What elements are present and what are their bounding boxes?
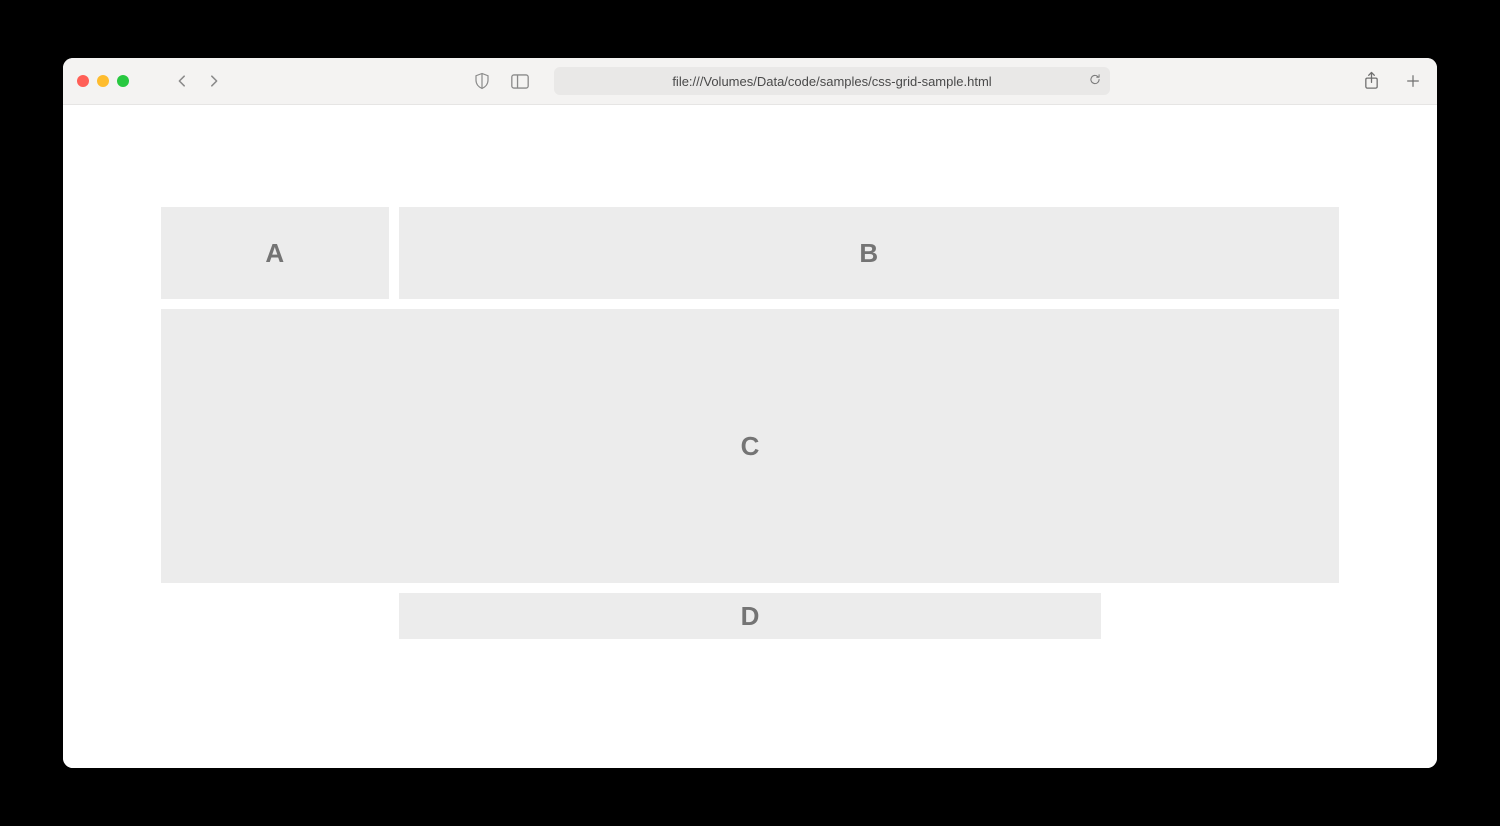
css-grid-demo: A B C D	[161, 207, 1339, 639]
browser-chrome: file:///Volumes/Data/code/samples/css-gr…	[63, 58, 1437, 105]
address-bar[interactable]: file:///Volumes/Data/code/samples/css-gr…	[554, 67, 1110, 95]
forward-button[interactable]	[207, 74, 221, 88]
page-content: A B C D	[63, 105, 1437, 768]
address-bar-url: file:///Volumes/Data/code/samples/css-gr…	[672, 74, 991, 89]
share-icon[interactable]	[1361, 71, 1381, 91]
privacy-shield-icon[interactable]	[472, 71, 492, 91]
minimize-window-button[interactable]	[97, 75, 109, 87]
sidebar-toggle-icon[interactable]	[510, 71, 530, 91]
reload-icon[interactable]	[1088, 73, 1102, 90]
grid-cell-c: C	[161, 309, 1339, 583]
grid-cell-label: D	[741, 601, 760, 632]
traffic-lights	[77, 75, 129, 87]
grid-cell-label: A	[265, 238, 284, 269]
grid-cell-a: A	[161, 207, 389, 299]
close-window-button[interactable]	[77, 75, 89, 87]
toolbar-left-icons	[472, 71, 530, 91]
grid-cell-b: B	[399, 207, 1339, 299]
back-button[interactable]	[175, 74, 189, 88]
grid-cell-label: B	[859, 238, 878, 269]
nav-arrows	[175, 74, 221, 88]
grid-cell-label: C	[741, 431, 760, 462]
fullscreen-window-button[interactable]	[117, 75, 129, 87]
browser-window: file:///Volumes/Data/code/samples/css-gr…	[63, 58, 1437, 768]
toolbar-right-icons	[1361, 71, 1423, 91]
new-tab-icon[interactable]	[1403, 71, 1423, 91]
grid-cell-d: D	[399, 593, 1102, 639]
